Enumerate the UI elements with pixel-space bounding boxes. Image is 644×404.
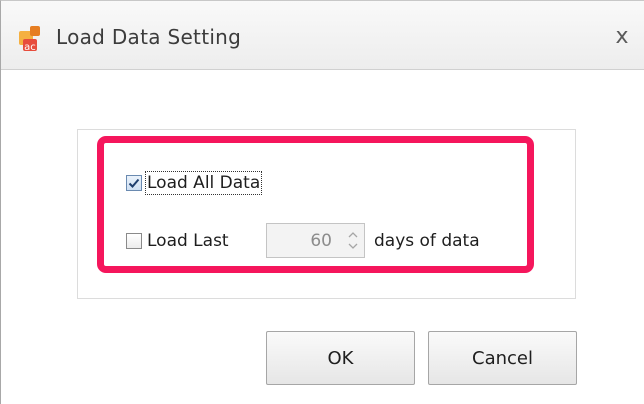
window-title: Load Data Setting xyxy=(56,25,242,49)
days-suffix: days of data xyxy=(374,231,480,251)
close-icon: x xyxy=(615,23,629,49)
load-all-label: Load All Data xyxy=(144,171,263,195)
ok-button[interactable]: OK xyxy=(266,331,415,385)
cancel-button[interactable]: Cancel xyxy=(428,331,577,385)
load-last-label: Load Last xyxy=(147,231,229,251)
load-data-setting-dialog: ac Load Data Setting x Load All Data Loa… xyxy=(0,0,644,404)
load-last-checkbox[interactable] xyxy=(126,233,142,249)
days-suffix-label: days of data xyxy=(374,231,480,251)
load-all-checkbox[interactable] xyxy=(126,175,142,191)
app-icon: ac xyxy=(19,26,40,53)
close-button[interactable]: x xyxy=(607,21,637,51)
title-bar[interactable]: ac Load Data Setting x xyxy=(1,1,644,70)
days-value[interactable]: 60 xyxy=(267,231,342,251)
spin-buttons[interactable] xyxy=(342,224,364,257)
chevron-down-icon[interactable] xyxy=(348,242,358,250)
svg-text:ac: ac xyxy=(24,42,36,53)
chevron-up-icon[interactable] xyxy=(348,231,358,239)
checkmark-icon xyxy=(128,178,140,188)
days-spin-editor[interactable]: 60 xyxy=(266,223,365,258)
load-all-option[interactable]: Load All Data xyxy=(126,171,263,195)
load-last-option[interactable]: Load Last xyxy=(126,231,229,251)
